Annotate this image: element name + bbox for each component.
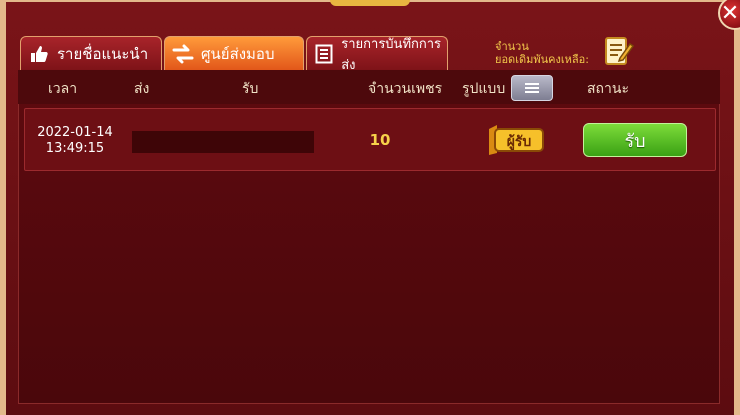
header-type: รูปแบบ [462, 81, 506, 97]
swap-arrows-icon [171, 42, 195, 66]
balance-line-2: ยอดเดิมพันคงเหลือ: [495, 53, 589, 66]
receive-button[interactable]: รับ [583, 123, 687, 157]
receiver-badge-icon: ผู้รับ [485, 123, 545, 157]
row-timestamp: 2022-01-14 13:49:15 [37, 125, 113, 157]
tab-label: รายชื่อแนะนำ [57, 44, 149, 63]
menu-icon [525, 81, 539, 95]
tab-label: รายการบันทึกการส่ง [341, 36, 442, 73]
header-receive: รับ [242, 81, 259, 97]
table-header: เวลา ส่ง รับ จำนวนเพชร รูปแบบ สถานะ [18, 70, 720, 104]
balance-line-1: จำนวน [495, 40, 529, 53]
header-time: เวลา [48, 81, 78, 97]
tab-transfer-log[interactable]: รายการบันทึกการส่ง [306, 36, 448, 73]
row-sender-field [132, 131, 314, 153]
close-icon: ✕ [720, 0, 740, 26]
top-ornament [330, 0, 410, 6]
tab-label: ศูนย์ส่งมอบ [201, 44, 275, 63]
tab-recommend-list[interactable]: รายชื่อแนะนำ [20, 36, 162, 70]
header-send: ส่ง [134, 81, 150, 97]
filter-menu-button[interactable] [511, 75, 553, 101]
row-amount: 10 [369, 131, 391, 149]
thumbs-up-icon [27, 42, 51, 66]
balance-label: จำนวน ยอดเดิมพันคงเหลือ: [495, 40, 605, 66]
edit-note-icon[interactable] [604, 34, 635, 66]
row-time: 13:49:15 [45, 141, 105, 156]
list-document-icon [313, 42, 335, 66]
table-row: 2022-01-14 13:49:15 10 ผู้รับ รับ [24, 108, 716, 171]
header-amount: จำนวนเพชร [368, 81, 443, 97]
tab-transfer-center[interactable]: ศูนย์ส่งมอบ [164, 36, 304, 70]
badge-text: ผู้รับ [507, 134, 532, 150]
header-status: สถานะ [587, 81, 629, 97]
row-date: 2022-01-14 [37, 125, 113, 140]
